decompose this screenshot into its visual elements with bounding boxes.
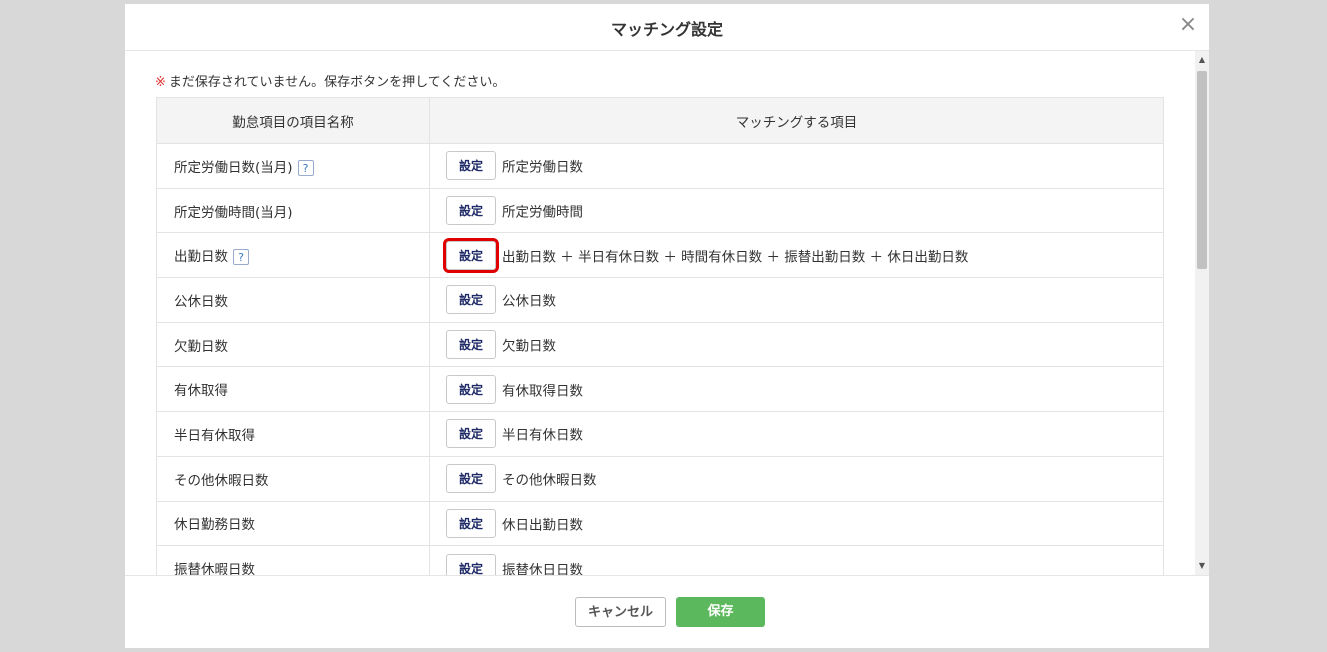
item-name: その他休暇日数 [174, 472, 269, 489]
item-name-cell: その他休暇日数 [156, 455, 430, 502]
item-name-cell: 有休取得 [156, 366, 430, 413]
matching-item-text: 半日有休日数 [502, 427, 583, 444]
item-name: 半日有休取得 [174, 427, 255, 444]
matching-item-text: 有休取得日数 [502, 383, 583, 400]
item-name: 振替休暇日数 [174, 562, 255, 575]
table-row: 半日有休取得 設定 半日有休日数 [156, 411, 1164, 457]
table-row: 振替休暇日数 設定 振替休日日数 [156, 545, 1164, 575]
matching-item-text: 休日出勤日数 [502, 517, 583, 534]
set-button[interactable]: 設定 [446, 374, 496, 404]
table-row: 出勤日数? 設定 出勤日数 ＋ 半日有休日数 ＋ 時間有休日数 ＋ 振替出勤日数 ＋… [156, 232, 1164, 279]
matching-item-cell: 設定 振替休日日数 [429, 545, 1164, 575]
matching-item-text: 所定労働時間 [502, 204, 583, 221]
table-row: その他休暇日数 設定 その他休暇日数 [156, 455, 1164, 502]
matching-item-cell: 設定 有休取得日数 [429, 366, 1164, 413]
matching-item-cell: 設定 所定労働日数 [429, 143, 1164, 189]
item-name: 有休取得 [174, 383, 228, 400]
scroll-up-arrow-icon[interactable]: ▲ [1195, 53, 1209, 67]
matching-item-cell: 設定 公休日数 [429, 277, 1164, 323]
matching-item-text: 振替休日日数 [502, 562, 583, 575]
help-icon[interactable]: ? [233, 249, 249, 266]
item-name-cell: 欠勤日数 [156, 321, 430, 368]
matching-item-cell: 設定 欠勤日数 [429, 321, 1164, 368]
table-header-row: 勤怠項目の項目名称 マッチングする項目 [156, 97, 1164, 144]
column-header-matching-item: マッチングする項目 [429, 97, 1164, 144]
table-row: 欠勤日数 設定 欠勤日数 [156, 321, 1164, 368]
item-name-cell: 半日有休取得 [156, 411, 430, 457]
matching-item-text: 欠勤日数 [502, 338, 556, 355]
item-name-cell: 休日勤務日数 [156, 500, 430, 547]
notice-text: まだ保存されていません。保存ボタンを押してください。 [168, 75, 506, 90]
column-header-item-name: 勤怠項目の項目名称 [156, 97, 430, 144]
matching-table: 勤怠項目の項目名称 マッチングする項目 所定労働日数(当月)? 設定 所定労働日数所… [156, 97, 1164, 575]
cancel-button[interactable]: キャンセル [575, 597, 666, 627]
table-row: 有休取得 設定 有休取得日数 [156, 366, 1164, 413]
set-button[interactable]: 設定 [446, 508, 496, 538]
item-name: 公休日数 [174, 293, 228, 310]
matching-item-cell: 設定 出勤日数 ＋ 半日有休日数 ＋ 時間有休日数 ＋ 振替出勤日数 ＋ 休日出勤… [429, 232, 1164, 279]
close-icon[interactable]: × [1177, 14, 1199, 36]
matching-item-cell: 設定 半日有休日数 [429, 411, 1164, 457]
scroll-down-arrow-icon[interactable]: ▼ [1195, 559, 1209, 573]
matching-item-text: その他休暇日数 [502, 472, 597, 489]
set-button[interactable]: 設定 [446, 151, 496, 181]
matching-item-text: 所定労働日数 [502, 159, 583, 176]
dialog-body[interactable]: ※ まだ保存されていません。保存ボタンを押してください。 勤怠項目の項目名称 マッ… [125, 51, 1209, 575]
unsaved-notice: ※ まだ保存されていません。保存ボタンを押してください。 [155, 74, 1165, 97]
table-row: 公休日数 設定 公休日数 [156, 277, 1164, 323]
item-name: 所定労働日数(当月) [174, 159, 293, 176]
set-button[interactable]: 設定 [443, 237, 499, 273]
item-name: 所定労働時間(当月) [174, 204, 293, 221]
item-name: 休日勤務日数 [174, 517, 255, 534]
set-button[interactable]: 設定 [446, 330, 496, 360]
set-button[interactable]: 設定 [446, 464, 496, 494]
dialog-title: マッチング設定 [610, 20, 723, 39]
matching-item-cell: 設定 その他休暇日数 [429, 455, 1164, 502]
save-button[interactable]: 保存 [676, 597, 765, 627]
help-icon[interactable]: ? [297, 159, 314, 176]
set-button[interactable]: 設定 [446, 285, 496, 315]
table-row: 休日勤務日数 設定 休日出勤日数 [156, 500, 1164, 547]
vertical-scrollbar[interactable]: ▲ ▼ [1195, 51, 1209, 575]
table-row: 所定労働時間(当月) 設定 所定労働時間 [156, 187, 1164, 234]
matching-item-text: 公休日数 [502, 293, 556, 310]
item-name-cell: 出勤日数? [156, 232, 430, 279]
item-name-cell: 公休日数 [156, 277, 430, 323]
item-name-cell: 所定労働日数(当月)? [156, 143, 430, 189]
matching-settings-dialog: マッチング設定 × ※ まだ保存されていません。保存ボタンを押してください。 勤怠… [125, 4, 1209, 648]
item-name: 欠勤日数 [174, 338, 228, 355]
set-button[interactable]: 設定 [446, 553, 496, 575]
dialog-header: マッチング設定 × [125, 4, 1209, 51]
notice-mark: ※ [155, 75, 166, 90]
item-name-cell: 所定労働時間(当月) [156, 187, 430, 234]
scrollbar-thumb[interactable] [1197, 71, 1207, 269]
scroll-content: ※ まだ保存されていません。保存ボタンを押してください。 勤怠項目の項目名称 マッ… [155, 74, 1165, 575]
set-button[interactable]: 設定 [446, 196, 496, 226]
item-name: 出勤日数 [174, 249, 228, 266]
item-name-cell: 振替休暇日数 [156, 545, 430, 575]
matching-item-cell: 設定 所定労働時間 [429, 187, 1164, 234]
table-row: 所定労働日数(当月)? 設定 所定労働日数 [156, 143, 1164, 189]
set-button[interactable]: 設定 [446, 419, 496, 449]
matching-item-cell: 設定 休日出勤日数 [429, 500, 1164, 547]
matching-item-text: 出勤日数 ＋ 半日有休日数 ＋ 時間有休日数 ＋ 振替出勤日数 ＋ 休日出勤日数 [502, 249, 969, 266]
dialog-footer: キャンセル 保存 [125, 575, 1209, 649]
